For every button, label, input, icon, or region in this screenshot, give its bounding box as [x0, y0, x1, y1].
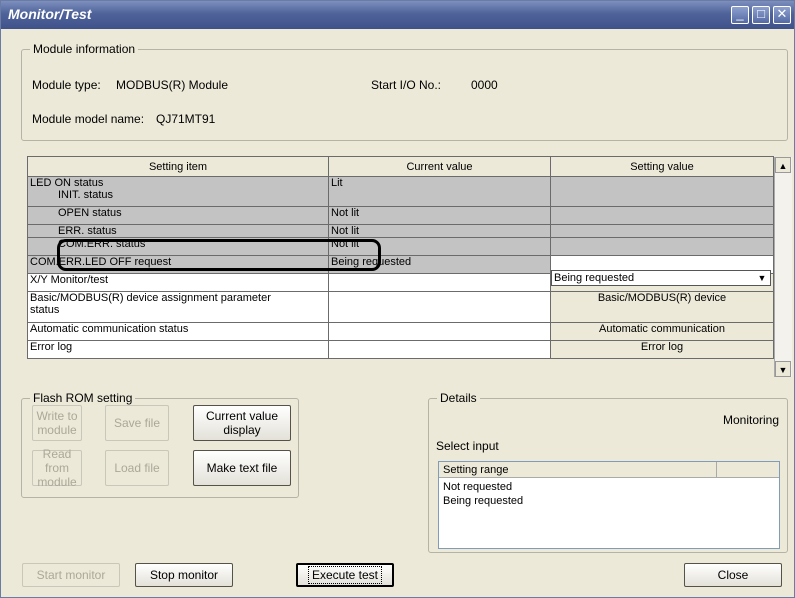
write-to-module-button[interactable]: Write to module [32, 405, 82, 441]
row-item-cell: LED ON status INIT. status [27, 176, 329, 207]
module-type-label: Module type: [32, 78, 101, 92]
open-status-label: OPEN status [27, 206, 329, 225]
com-err-highlight-outline [57, 239, 381, 271]
current-value-display-line2: display [223, 423, 261, 437]
xy-monitor-label: X/Y Monitor/test [27, 273, 329, 292]
monitoring-status: Monitoring [722, 413, 779, 427]
read-from-module-button[interactable]: Read from module [32, 447, 82, 489]
write-to-module-line2: module [37, 423, 77, 437]
err-status-label: ERR. status [27, 224, 329, 238]
setting-range-list[interactable]: Setting range Not requested Being reques… [438, 461, 780, 549]
close-icon[interactable]: ✕ [773, 6, 791, 24]
led-off-request-selected: Being requested [554, 272, 635, 284]
table-row: OPEN status Not lit [27, 206, 774, 225]
led-on-setting-value [550, 176, 774, 207]
auto-comm-current [328, 322, 551, 341]
details-legend: Details [437, 391, 480, 405]
start-monitor-button[interactable]: Start monitor [22, 563, 120, 587]
module-type-value: MODBUS(R) Module [116, 78, 229, 92]
read-from-module-line1: Read from [42, 447, 72, 475]
error-log-label: Error log [27, 340, 329, 359]
table-row: LED ON status INIT. status Lit [27, 176, 774, 207]
current-value-display-button[interactable]: Current value display [193, 405, 291, 441]
execute-test-label: Execute test [307, 566, 383, 584]
stop-monitor-button[interactable]: Stop monitor [135, 563, 233, 587]
open-status-setting [550, 206, 774, 225]
read-from-module-line2: module [37, 475, 77, 489]
start-io-label: Start I/O No.: [371, 78, 442, 92]
write-to-module-line1: Write to [36, 409, 78, 423]
led-on-status-label: LED ON status [30, 177, 104, 190]
list-item-not-requested[interactable]: Not requested [443, 481, 512, 493]
module-model-label: Module model name: [32, 112, 145, 126]
setting-range-header: Setting range [439, 462, 717, 478]
monitor-test-window: Monitor/Test _ □ ✕ Module information Mo… [0, 0, 795, 598]
led-on-current-value: Lit [328, 176, 551, 207]
list-item-being-requested[interactable]: Being requested [443, 495, 523, 507]
start-io-value: 0000 [471, 78, 498, 92]
led-off-request-select[interactable]: Being requested ▼ [551, 270, 771, 286]
table-row: Automatic communication status Automatic… [27, 322, 774, 341]
table-row: Error log Error log [27, 340, 774, 359]
title-bar: Monitor/Test _ □ ✕ [1, 1, 794, 29]
assignment-param-label-line2: status [30, 304, 60, 316]
com-err-status-setting [550, 237, 774, 256]
flash-rom-legend: Flash ROM setting [30, 391, 136, 405]
xy-monitor-current [328, 273, 551, 292]
error-log-current [328, 340, 551, 359]
make-text-file-button[interactable]: Make text file [193, 450, 291, 486]
window-title: Monitor/Test [8, 6, 92, 22]
list-header-extra [717, 462, 779, 478]
table-header-row: Setting item Current value Setting value [27, 156, 774, 177]
header-setting-value: Setting value [550, 156, 774, 177]
maximize-icon[interactable]: □ [752, 6, 770, 24]
modbus-device-button[interactable]: Basic/MODBUS(R) device [550, 291, 774, 323]
execute-test-button[interactable]: Execute test [296, 563, 394, 587]
load-file-button[interactable]: Load file [105, 450, 169, 486]
auto-comm-label: Automatic communication status [27, 322, 329, 341]
module-model-value: QJ71MT91 [156, 112, 216, 126]
module-info-group: Module information Module type: MODBUS(R… [21, 42, 788, 141]
scroll-up-icon[interactable]: ▲ [775, 157, 791, 173]
save-file-button[interactable]: Save file [105, 405, 169, 441]
select-input-label: Select input [436, 439, 499, 453]
table-row: ERR. status Not lit [27, 224, 774, 238]
scroll-down-icon[interactable]: ▼ [775, 361, 791, 377]
header-current-value: Current value [328, 156, 551, 177]
minimize-icon[interactable]: _ [731, 6, 749, 24]
err-status-current: Not lit [328, 224, 551, 238]
err-status-setting [550, 224, 774, 238]
header-setting-item: Setting item [27, 156, 329, 177]
module-info-legend: Module information [30, 42, 139, 56]
dropdown-arrow-icon[interactable]: ▼ [754, 271, 770, 285]
table-scrollbar[interactable]: ▲ ▼ [774, 157, 792, 377]
init-status-label: INIT. status [58, 189, 114, 201]
assignment-param-current [328, 291, 551, 323]
error-log-button[interactable]: Error log [550, 340, 774, 359]
auto-comm-button[interactable]: Automatic communication [550, 322, 774, 341]
table-row: Basic/MODBUS(R) device assignment parame… [27, 291, 774, 323]
assignment-param-label: Basic/MODBUS(R) device assignment parame… [27, 291, 329, 323]
assignment-param-label-line1: Basic/MODBUS(R) device assignment parame… [30, 292, 271, 305]
open-status-current: Not lit [328, 206, 551, 225]
current-value-display-line1: Current value [205, 409, 279, 423]
close-button[interactable]: Close [684, 563, 782, 587]
